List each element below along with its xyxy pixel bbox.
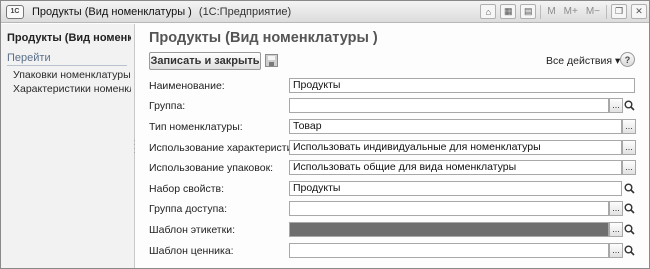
property-set-open-icon[interactable] <box>623 181 636 196</box>
packages-usage-select-button[interactable]: ... <box>622 160 636 175</box>
group-open-icon[interactable] <box>623 98 636 113</box>
app-logo-icon[interactable]: 1C <box>6 4 24 19</box>
item-type-field[interactable]: Товар <box>289 119 622 134</box>
all-actions-menu[interactable]: Все действия ▾ <box>546 55 620 67</box>
calculator-icon[interactable]: ▦ <box>500 4 517 19</box>
title-bar: 1C Продукты (Вид номенклатуры ) (1С:Пред… <box>1 1 649 23</box>
price-tag-template-open-icon[interactable] <box>623 243 636 258</box>
restore-icon[interactable]: ❐ <box>611 4 627 19</box>
property-set-field[interactable]: Продукты <box>289 181 622 196</box>
nav-link-packages[interactable]: Упаковки номенклатуры <box>13 69 131 81</box>
help-button[interactable]: ? <box>620 52 635 67</box>
window-title: Продукты (Вид номенклатуры ) (1С:Предпри… <box>32 6 291 18</box>
group-field[interactable] <box>289 98 609 113</box>
page-title: Продукты (Вид номенклатуры ) <box>149 30 378 46</box>
form-window: 1C Продукты (Вид номенклатуры ) (1С:Пред… <box>0 0 650 269</box>
access-group-field[interactable] <box>289 201 609 216</box>
memory-button-mminus[interactable]: M− <box>584 6 602 17</box>
splitter-handle[interactable]: · · · · <box>133 137 136 157</box>
field-label-access-group: Группа доступа: <box>149 203 228 215</box>
field-label-group: Группа: <box>149 100 186 112</box>
field-label-price-tag-template: Шаблон ценника: <box>149 245 234 257</box>
memory-button-m[interactable]: M <box>545 6 557 17</box>
group-select-button[interactable]: ... <box>609 98 623 113</box>
window-title-main: Продукты (Вид номенклатуры ) <box>32 5 192 18</box>
label-template-field[interactable] <box>289 222 609 237</box>
field-label-characteristics-usage: Использование характеристик: <box>149 142 300 154</box>
characteristics-usage-select-button[interactable]: ... <box>622 140 636 155</box>
save-and-close-button[interactable]: Записать и закрыть <box>149 52 261 70</box>
field-label-item-type: Тип номенклатуры: <box>149 121 243 133</box>
field-label-property-set: Набор свойств: <box>149 183 225 195</box>
calendar-icon[interactable]: ▤ <box>520 4 537 19</box>
field-label-label-template: Шаблон этикетки: <box>149 224 235 236</box>
field-label-name: Наименование: <box>149 80 225 92</box>
close-icon[interactable]: ✕ <box>631 4 647 19</box>
label-template-open-icon[interactable] <box>623 222 636 237</box>
toolbar-divider <box>606 4 607 19</box>
window-title-sub: (1С:Предприятие) <box>198 5 292 18</box>
form-body: Продукты (Вид номенклатуры ) Записать и … <box>137 24 649 268</box>
price-tag-template-select-button[interactable]: ... <box>609 243 623 258</box>
label-template-select-button[interactable]: ... <box>609 222 623 237</box>
save-icon[interactable] <box>265 54 278 67</box>
title-bar-tools: ⌂ ▦ ▤ M M+ M− ❐ ✕ <box>480 4 647 19</box>
nav-title: Продукты (Вид номенк... <box>7 32 131 44</box>
memory-button-mplus[interactable]: M+ <box>562 6 580 17</box>
name-field[interactable]: Продукты <box>289 78 635 93</box>
packages-usage-field[interactable]: Использовать общие для вида номенклатуры <box>289 160 622 175</box>
access-group-select-button[interactable]: ... <box>609 201 623 216</box>
price-tag-template-field[interactable] <box>289 243 609 258</box>
nav-goto-header: Перейти <box>7 52 127 66</box>
home-icon[interactable]: ⌂ <box>480 4 497 19</box>
toolbar-divider <box>540 4 542 19</box>
field-label-packages-usage: Использование упаковок: <box>149 162 274 174</box>
navigation-panel: Продукты (Вид номенк... Перейти Упаковки… <box>1 24 135 268</box>
nav-link-characteristics[interactable]: Характеристики номенкл... <box>13 83 131 95</box>
characteristics-usage-field[interactable]: Использовать индивидуальные для номенкла… <box>289 140 622 155</box>
item-type-select-button[interactable]: ... <box>622 119 636 134</box>
access-group-open-icon[interactable] <box>623 201 636 216</box>
